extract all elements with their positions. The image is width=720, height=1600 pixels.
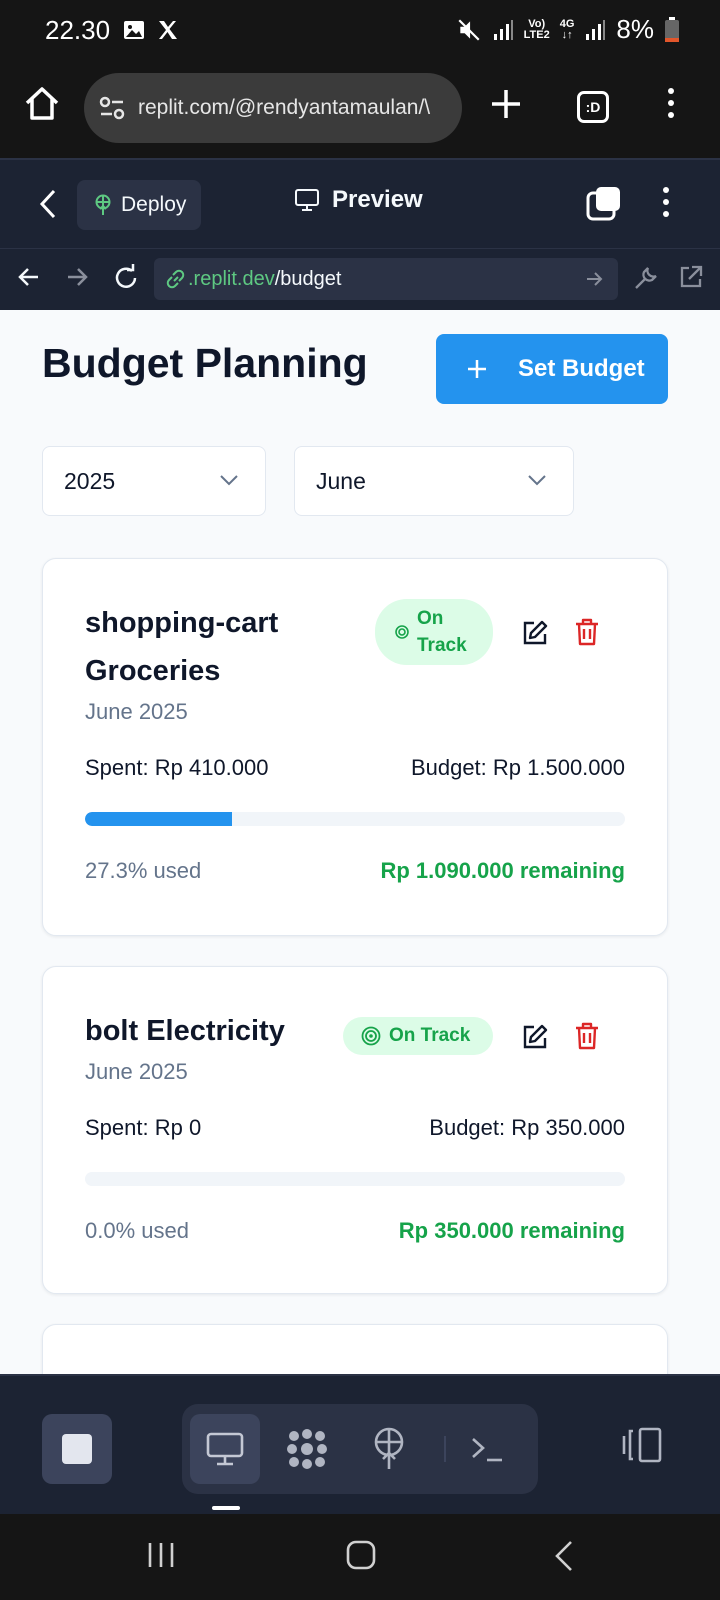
volte-label: Vo) LTE2 [523, 17, 550, 41]
status-time: 22.30 [45, 15, 111, 45]
budget-progress-fill [85, 812, 233, 826]
spent-amount: Spent: Rp 410.000 [85, 755, 269, 780]
remaining-amount: Rp 350.000 remaining [398, 1218, 625, 1243]
network-gen-label: 4G ↓↑ [559, 17, 575, 41]
home-icon[interactable] [22, 84, 62, 124]
status-badge: On Track [343, 1017, 493, 1055]
page-title: Budget Planning [42, 340, 368, 386]
trash-icon[interactable] [573, 1021, 601, 1051]
month-select[interactable]: June [294, 446, 574, 516]
browser-toolbar: replit.com/@rendyantamaulan/\ :D [0, 62, 720, 158]
preview-url-field[interactable]: .replit.dev/budget [154, 258, 618, 300]
terminal-icon [472, 1438, 502, 1462]
status-indicators: Vo) LTE2 4G ↓↑ 8% [456, 14, 680, 45]
budget-period: June 2025 [85, 699, 188, 724]
chevron-down-icon [220, 475, 238, 486]
recent-apps-icon[interactable] [146, 1540, 176, 1570]
battery-percent: 8% [616, 14, 654, 44]
stop-button[interactable] [42, 1414, 112, 1484]
deploy-button[interactable]: Deploy [77, 180, 201, 230]
x-twitter-icon [159, 21, 177, 39]
year-select[interactable]: 2025 [42, 446, 266, 516]
gallery-icon [124, 21, 144, 39]
monitor-icon [295, 189, 319, 211]
active-tool-indicator [212, 1506, 240, 1510]
monitor-icon [206, 1432, 244, 1466]
open-new-tab-icon[interactable] [678, 264, 704, 290]
status-badge: On Track [375, 599, 493, 665]
deploy-icon [95, 194, 111, 215]
back-nav-icon[interactable] [552, 1540, 576, 1572]
target-icon [395, 625, 409, 639]
preview-forward-icon[interactable] [64, 264, 90, 290]
address-bar[interactable]: replit.com/@rendyantamaulan/\ [84, 73, 462, 143]
used-percentage: 27.3% used [85, 858, 202, 883]
signal-icon-2 [586, 19, 606, 40]
workspace-menu-icon[interactable] [663, 187, 669, 223]
agent-tool-button[interactable] [272, 1414, 342, 1484]
remaining-amount: Rp 1.090.000 remaining [380, 858, 625, 883]
trash-icon[interactable] [573, 617, 601, 647]
signal-icon [493, 19, 513, 40]
panel-layout-icon[interactable] [620, 1426, 664, 1466]
address-bar-url: replit.com/@rendyantamaulan/\ [138, 96, 431, 119]
notification-icons [122, 18, 180, 42]
used-percentage: 0.0% used [85, 1218, 189, 1243]
replit-toolbar: Deploy Preview [0, 158, 720, 248]
deploy-label: Deploy [121, 193, 187, 216]
budget-card [42, 1324, 668, 1374]
set-budget-label: Set Budget [518, 355, 645, 382]
back-icon[interactable] [38, 188, 58, 220]
tool-switcher [182, 1404, 538, 1494]
home-nav-icon[interactable] [346, 1540, 376, 1570]
stop-icon [62, 1434, 92, 1464]
edit-icon[interactable] [521, 619, 549, 647]
tool-divider [444, 1436, 446, 1462]
tabs-icon[interactable] [586, 185, 622, 221]
tab-switcher-button[interactable]: :D [577, 91, 609, 123]
go-arrow-icon[interactable] [584, 269, 604, 289]
budget-category-name: bolt Electricity [85, 1015, 285, 1047]
android-nav-bar [0, 1514, 720, 1600]
budget-card: bolt Electricity June 2025 On Track Spen… [42, 966, 668, 1294]
budget-amount: Budget: Rp 350.000 [429, 1115, 625, 1140]
spent-amount: Spent: Rp 0 [85, 1115, 202, 1140]
url-domain: .replit.dev [188, 267, 275, 290]
set-budget-button[interactable]: Set Budget [436, 334, 668, 404]
preview-title: Preview [294, 186, 423, 214]
reload-icon[interactable] [112, 264, 140, 292]
status-bar: 22.30 Vo) LTE2 4G ↓↑ 8% [0, 0, 720, 62]
budget-progress-bar [85, 1172, 625, 1186]
budget-progress-bar [85, 812, 625, 826]
budget-category-name: shopping-cart Groceries [85, 607, 279, 687]
mute-icon [458, 18, 480, 41]
link-icon [166, 269, 185, 289]
url-path: /budget [274, 267, 342, 290]
agent-icon [287, 1429, 327, 1469]
preview-tool-button[interactable] [190, 1414, 260, 1484]
budget-amount: Budget: Rp 1.500.000 [410, 755, 625, 780]
budget-page: Budget Planning Set Budget 2025 June sho… [0, 310, 720, 1374]
site-settings-icon[interactable] [98, 94, 126, 122]
battery-icon [665, 16, 679, 42]
preview-back-icon[interactable] [16, 264, 42, 290]
shell-tool-button[interactable] [452, 1414, 522, 1484]
replit-bottom-toolbar [0, 1374, 720, 1514]
budget-card: shopping-cart Groceries June 2025 On Trac… [42, 558, 668, 936]
devtools-wrench-icon[interactable] [632, 264, 660, 292]
preview-url-bar: .replit.dev/budget [0, 248, 720, 310]
browser-menu-icon[interactable] [668, 88, 674, 124]
new-tab-icon[interactable] [488, 86, 524, 122]
deploy-icon [374, 1427, 404, 1469]
chevron-down-icon [528, 475, 546, 486]
edit-icon[interactable] [521, 1023, 549, 1051]
budget-period: June 2025 [85, 1059, 188, 1084]
plus-icon [468, 360, 486, 378]
target-icon [361, 1026, 381, 1046]
deployments-tool-button[interactable] [354, 1414, 424, 1484]
